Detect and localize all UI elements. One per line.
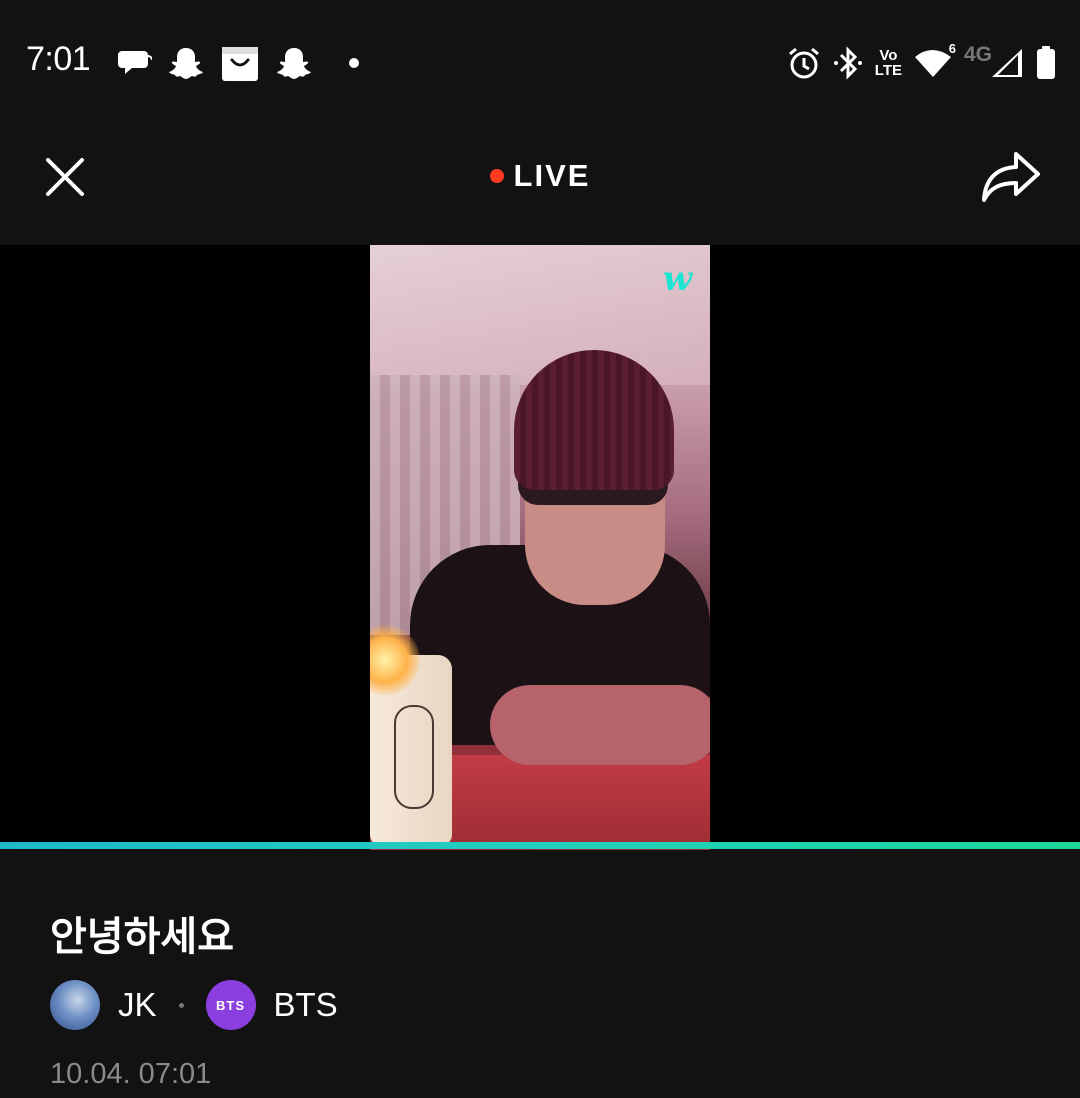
volte-top-text: Vo xyxy=(879,47,898,64)
signal-icon xyxy=(990,47,1024,79)
shopping-bag-icon xyxy=(220,43,260,83)
status-time: 7:01 xyxy=(26,40,91,78)
artist-avatar[interactable] xyxy=(50,980,100,1030)
network-type-label: 4G xyxy=(963,43,992,66)
weverse-watermark-logo: w xyxy=(662,259,692,299)
live-indicator: LIVE xyxy=(0,120,1080,232)
broadcast-datetime: 10.04. 07:01 xyxy=(50,1058,212,1090)
live-label: LIVE xyxy=(513,158,591,193)
wifi-icon: 6 xyxy=(914,41,956,79)
share-button[interactable] xyxy=(980,148,1042,204)
video-scene-ceiling xyxy=(370,245,710,385)
notification-icons xyxy=(118,40,360,86)
live-video-frame[interactable]: w xyxy=(370,245,710,850)
channel-badge-text: BTS xyxy=(216,997,246,1013)
share-icon xyxy=(982,152,1040,202)
broadcast-title: 안녕하세요 xyxy=(50,914,234,960)
live-progress-bar xyxy=(0,842,1080,849)
battery-icon xyxy=(1036,46,1056,80)
chat-icon xyxy=(118,48,152,78)
alarm-icon xyxy=(787,46,821,80)
status-bar: 7:01 Vo LTE 6 4G xyxy=(0,0,1080,120)
snapchat-icon xyxy=(276,46,312,80)
channel-name[interactable]: BTS xyxy=(274,986,338,1024)
volte-bottom-text: LTE xyxy=(874,62,902,79)
artist-row: JK BTS BTS xyxy=(50,980,338,1030)
system-icons: Vo LTE 6 4G xyxy=(787,40,1056,86)
channel-avatar[interactable]: BTS xyxy=(205,980,256,1030)
artist-name[interactable]: JK xyxy=(118,986,157,1024)
separator-dot xyxy=(178,1002,184,1008)
snapchat-icon xyxy=(168,46,204,80)
video-scene-arm xyxy=(490,685,710,765)
live-dot xyxy=(489,169,504,183)
volte-icon: Vo LTE xyxy=(875,48,902,78)
live-header: LIVE xyxy=(0,120,1080,245)
bluetooth-icon xyxy=(833,46,863,80)
more-notifications-dot-icon xyxy=(348,57,360,69)
video-scene-candle-label xyxy=(394,705,434,809)
video-player[interactable]: w xyxy=(0,245,1080,850)
wifi-badge: 6 xyxy=(948,41,956,56)
